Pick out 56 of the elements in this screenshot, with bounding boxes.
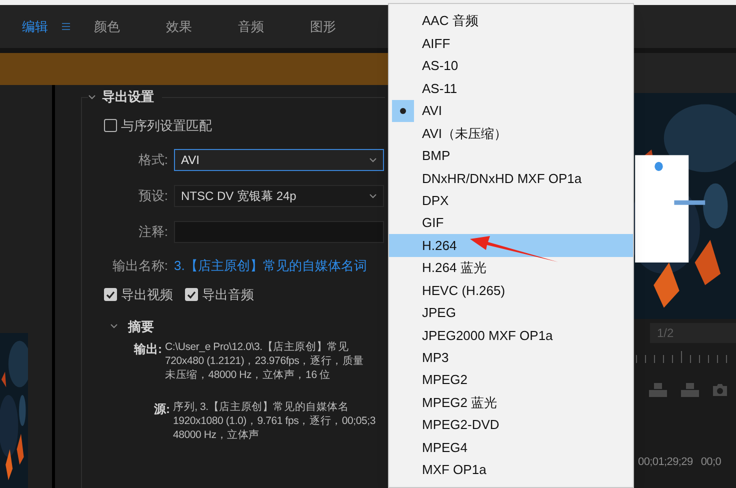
menu-item[interactable]: AAC 音频: [389, 10, 633, 32]
workspace-tab[interactable]: 音频: [238, 16, 310, 36]
menu-item[interactable]: AS-11: [389, 77, 633, 100]
summary-label: 输出:: [132, 341, 162, 358]
summary-text: 1920x1080 (1.0)，9.761 fps，逐行，00;05;3: [173, 414, 376, 428]
menu-item[interactable]: BMP: [389, 144, 633, 168]
chevron-icon[interactable]: [88, 93, 96, 101]
menu-item[interactable]: MPEG2 蓝光: [389, 391, 633, 414]
checkbox-label: 导出音频: [202, 286, 254, 304]
section-title: 摘要: [128, 318, 154, 336]
field-label: 注释:: [137, 222, 169, 241]
summary-label: 源:: [153, 401, 170, 418]
workspace-tab[interactable]: 效果: [166, 16, 238, 36]
timecode: 00;0: [700, 455, 722, 470]
field-label: 预设:: [137, 186, 169, 205]
menu-item[interactable]: AVI: [389, 100, 633, 122]
workspace-tab[interactable]: 编辑: [22, 16, 94, 36]
checkbox[interactable]: [185, 288, 198, 302]
checkbox[interactable]: [104, 288, 117, 302]
section-title: 导出设置: [102, 88, 154, 106]
menu-item[interactable]: DPX: [389, 190, 633, 212]
summary-text: 48000 Hz，立体声: [173, 428, 261, 442]
chevron-icon[interactable]: [369, 156, 377, 164]
menu-item[interactable]: H.264 蓝光: [389, 256, 633, 280]
menu-item[interactable]: H.264: [389, 234, 633, 257]
summary-text: 720x480 (1.2121)，23.976fps，逐行，质量: [165, 354, 364, 368]
menu-item[interactable]: MPEG2-DVD: [389, 414, 633, 436]
menu-item[interactable]: HEVC (H.265): [389, 279, 633, 302]
chevron-icon[interactable]: [369, 192, 377, 200]
workspace-tab[interactable]: 图形: [310, 16, 382, 36]
checkbox[interactable]: [104, 119, 117, 132]
summary-text: 序列, 3.【店主原创】常见的自媒体名: [173, 400, 350, 414]
checkbox-label: 导出视频: [121, 286, 173, 304]
menu-item[interactable]: MXF OP1a: [389, 458, 633, 482]
summary-text: 未压缩，48000 Hz，立体声，16 位: [165, 368, 332, 382]
chevron-icon[interactable]: [110, 322, 118, 330]
workspace-tab[interactable]: 颜色: [94, 16, 166, 36]
timecode: 00;01;29;29: [638, 455, 693, 470]
summary-text: C:\User_e Pro\12.0\3.【店主原创】常见: [165, 340, 350, 354]
menu-item[interactable]: AVI（未压缩）: [389, 122, 633, 145]
menu-item[interactable]: MPEG4: [389, 436, 633, 459]
menu-item[interactable]: JPEG: [389, 302, 633, 324]
format-select[interactable]: AVI: [174, 148, 384, 170]
menu-item[interactable]: AS-10: [389, 54, 633, 78]
field-label: 格式:: [137, 150, 169, 169]
preset-select[interactable]: NTSC DV 宽银幕 24p: [174, 184, 384, 206]
menu-item[interactable]: AIFF: [389, 32, 633, 55]
field-label: 输出名称:: [111, 256, 169, 274]
output-name-link[interactable]: 3.【店主原创】常见的自媒体名词: [174, 256, 367, 275]
menu-item[interactable]: MPEG2: [389, 369, 633, 392]
menu-item[interactable]: MP3: [389, 346, 633, 369]
menu-icon[interactable]: [62, 23, 70, 30]
menu-item[interactable]: JPEG2000 MXF OP1a: [389, 324, 633, 347]
menu-item[interactable]: GIF: [389, 212, 633, 234]
menu-item[interactable]: DNxHR/DNxHD MXF OP1a: [389, 167, 633, 190]
checkbox-label: 与序列设置匹配: [121, 117, 212, 135]
